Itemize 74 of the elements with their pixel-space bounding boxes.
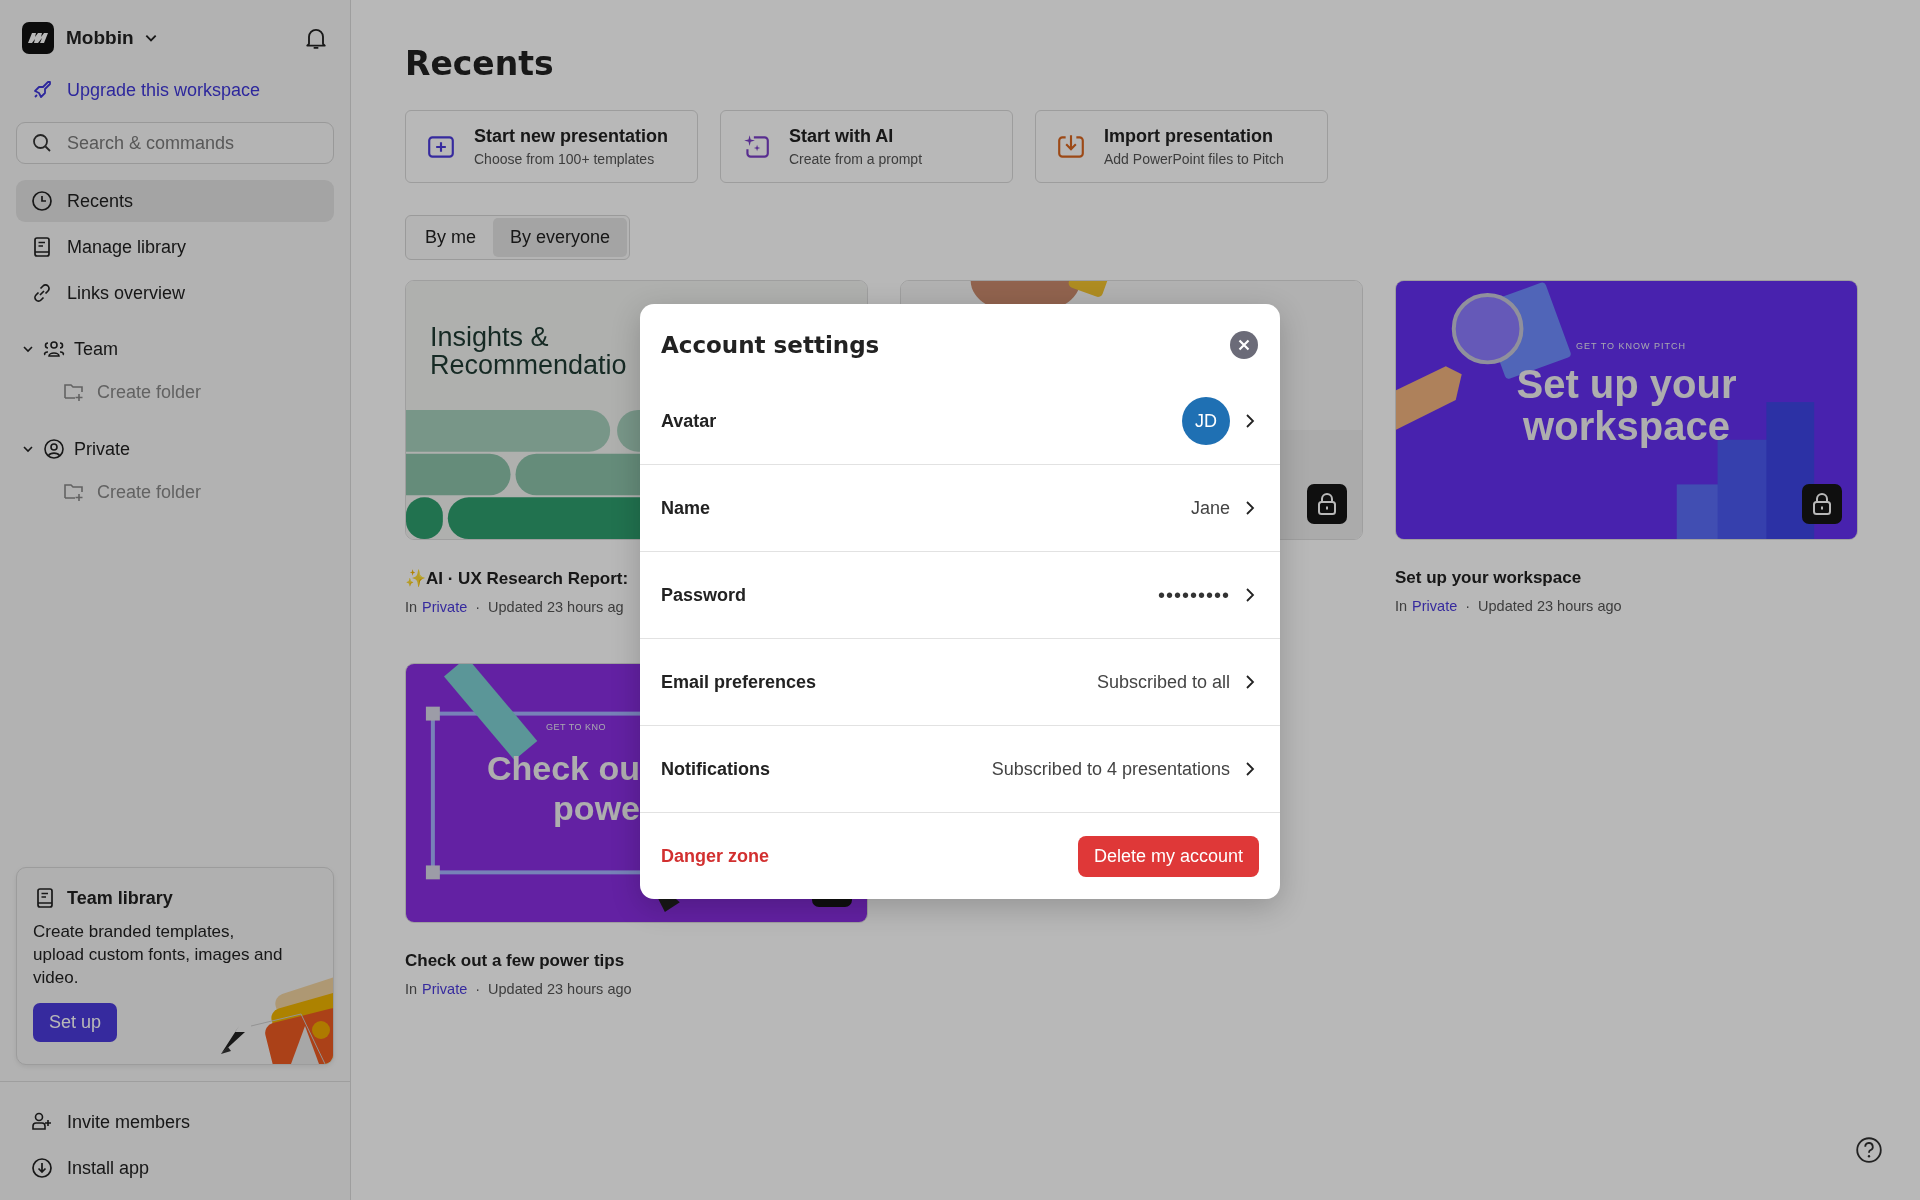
nav-item[interactable]: Recents xyxy=(16,180,334,222)
action-title: Start new presentation xyxy=(474,126,669,147)
action-subtitle: Create from a prompt xyxy=(789,151,923,167)
download-icon xyxy=(30,1156,54,1180)
action-card[interactable]: Start new presentation Choose from 100+ templates xyxy=(405,110,698,183)
password-value: ••••••••• xyxy=(1157,583,1230,607)
separator: · xyxy=(475,599,481,615)
upgrade-link[interactable]: Upgrade this workspace xyxy=(16,72,261,108)
chevron-down-icon[interactable] xyxy=(22,443,34,455)
action-card[interactable]: Start with AI Create from a prompt xyxy=(720,110,1013,183)
avatar: JD xyxy=(1182,397,1230,445)
footer-item[interactable]: Install app xyxy=(16,1150,334,1186)
settings-row[interactable]: Notifications Subscribed to 4 presentations xyxy=(640,726,1280,813)
workspace-name[interactable]: Mobbin xyxy=(66,27,134,49)
slide-title: workspace xyxy=(1523,405,1730,447)
separator: · xyxy=(1465,598,1471,614)
promo-text: Create branded templates, upload custom fonts, images and video. xyxy=(33,921,283,989)
nav-item[interactable]: Links overview xyxy=(16,272,334,314)
section-header[interactable]: Private xyxy=(16,428,334,470)
presentation-title[interactable]: Set up your workspace xyxy=(1395,568,1582,588)
workspace-logo[interactable] xyxy=(22,22,54,54)
action-subtitle: Choose from 100+ templates xyxy=(474,151,656,167)
section-header[interactable]: Team xyxy=(16,328,334,370)
filter-tab[interactable]: By me xyxy=(408,218,493,257)
presentation-title[interactable]: Check out a few power tips xyxy=(405,951,625,971)
location-prefix: In xyxy=(1395,598,1408,614)
presentation-title[interactable]: ✨AI · UX Research Report: xyxy=(405,568,629,589)
slide-title: Set up your xyxy=(1516,363,1737,405)
page-title: Recents xyxy=(405,44,555,85)
chevron-right-icon xyxy=(1244,674,1256,690)
updated-time: Updated 23 hours ag xyxy=(488,599,624,615)
settings-row[interactable]: Email preferences Subscribed to all xyxy=(640,639,1280,726)
chevron-right-icon xyxy=(1244,587,1256,603)
updated-time: Updated 23 hours ago xyxy=(488,981,632,997)
chevron-right-icon xyxy=(1244,413,1256,429)
location-link[interactable]: Private xyxy=(422,981,468,997)
action-title: Start with AI xyxy=(789,126,895,147)
separator: · xyxy=(475,981,481,997)
set-up-button[interactable]: Set up xyxy=(33,1003,118,1042)
action-card[interactable]: Import presentation Add PowerPoint files to Pitch xyxy=(1035,110,1328,183)
filter-tab[interactable]: By everyone xyxy=(493,218,628,257)
setting-value: Subscribed to all xyxy=(1096,671,1230,693)
settings-row[interactable]: Password ••••••••• xyxy=(640,552,1280,639)
action-title: Import presentation xyxy=(1104,126,1274,147)
search-field[interactable]: Search & commands xyxy=(16,122,334,164)
close-icon[interactable] xyxy=(1230,331,1258,359)
footer-item[interactable]: Invite members xyxy=(16,1104,334,1140)
danger-zone-label: Danger zone xyxy=(661,845,770,867)
slide-caption: GET TO KNOW PITCH xyxy=(1576,341,1686,351)
chevron-right-icon xyxy=(1244,500,1256,516)
location-link[interactable]: Private xyxy=(1412,598,1458,614)
location-prefix: In xyxy=(405,981,418,997)
slide-title: powe xyxy=(553,788,640,828)
location-link[interactable]: Private xyxy=(422,599,468,615)
chevron-down-icon[interactable] xyxy=(22,343,34,355)
help-icon[interactable] xyxy=(1854,1135,1884,1165)
settings-row[interactable]: Avatar JD xyxy=(640,378,1280,465)
slide-caption: GET TO KNO xyxy=(546,722,606,732)
slide-title: Check ou xyxy=(486,748,640,788)
settings-row[interactable]: Name Jane xyxy=(640,465,1280,552)
dialog-title: Account settings xyxy=(661,332,880,358)
setting-value: Jane xyxy=(1190,497,1230,519)
action-subtitle: Add PowerPoint files to Pitch xyxy=(1104,151,1284,167)
chevron-right-icon xyxy=(1244,761,1256,777)
clock-icon xyxy=(30,189,54,213)
setting-value: Subscribed to 4 presentations xyxy=(991,758,1230,780)
delete-account-button[interactable]: Delete my account xyxy=(1077,835,1259,877)
person-icon xyxy=(42,437,66,461)
promo-title: Team library xyxy=(67,887,173,909)
location-prefix: In xyxy=(405,599,418,615)
slide-title: Insights & xyxy=(430,323,550,351)
updated-time: Updated 23 hours ago xyxy=(1478,598,1622,614)
slide-title: Recommendatio xyxy=(430,351,627,379)
nav-item[interactable]: Manage library xyxy=(16,226,334,268)
